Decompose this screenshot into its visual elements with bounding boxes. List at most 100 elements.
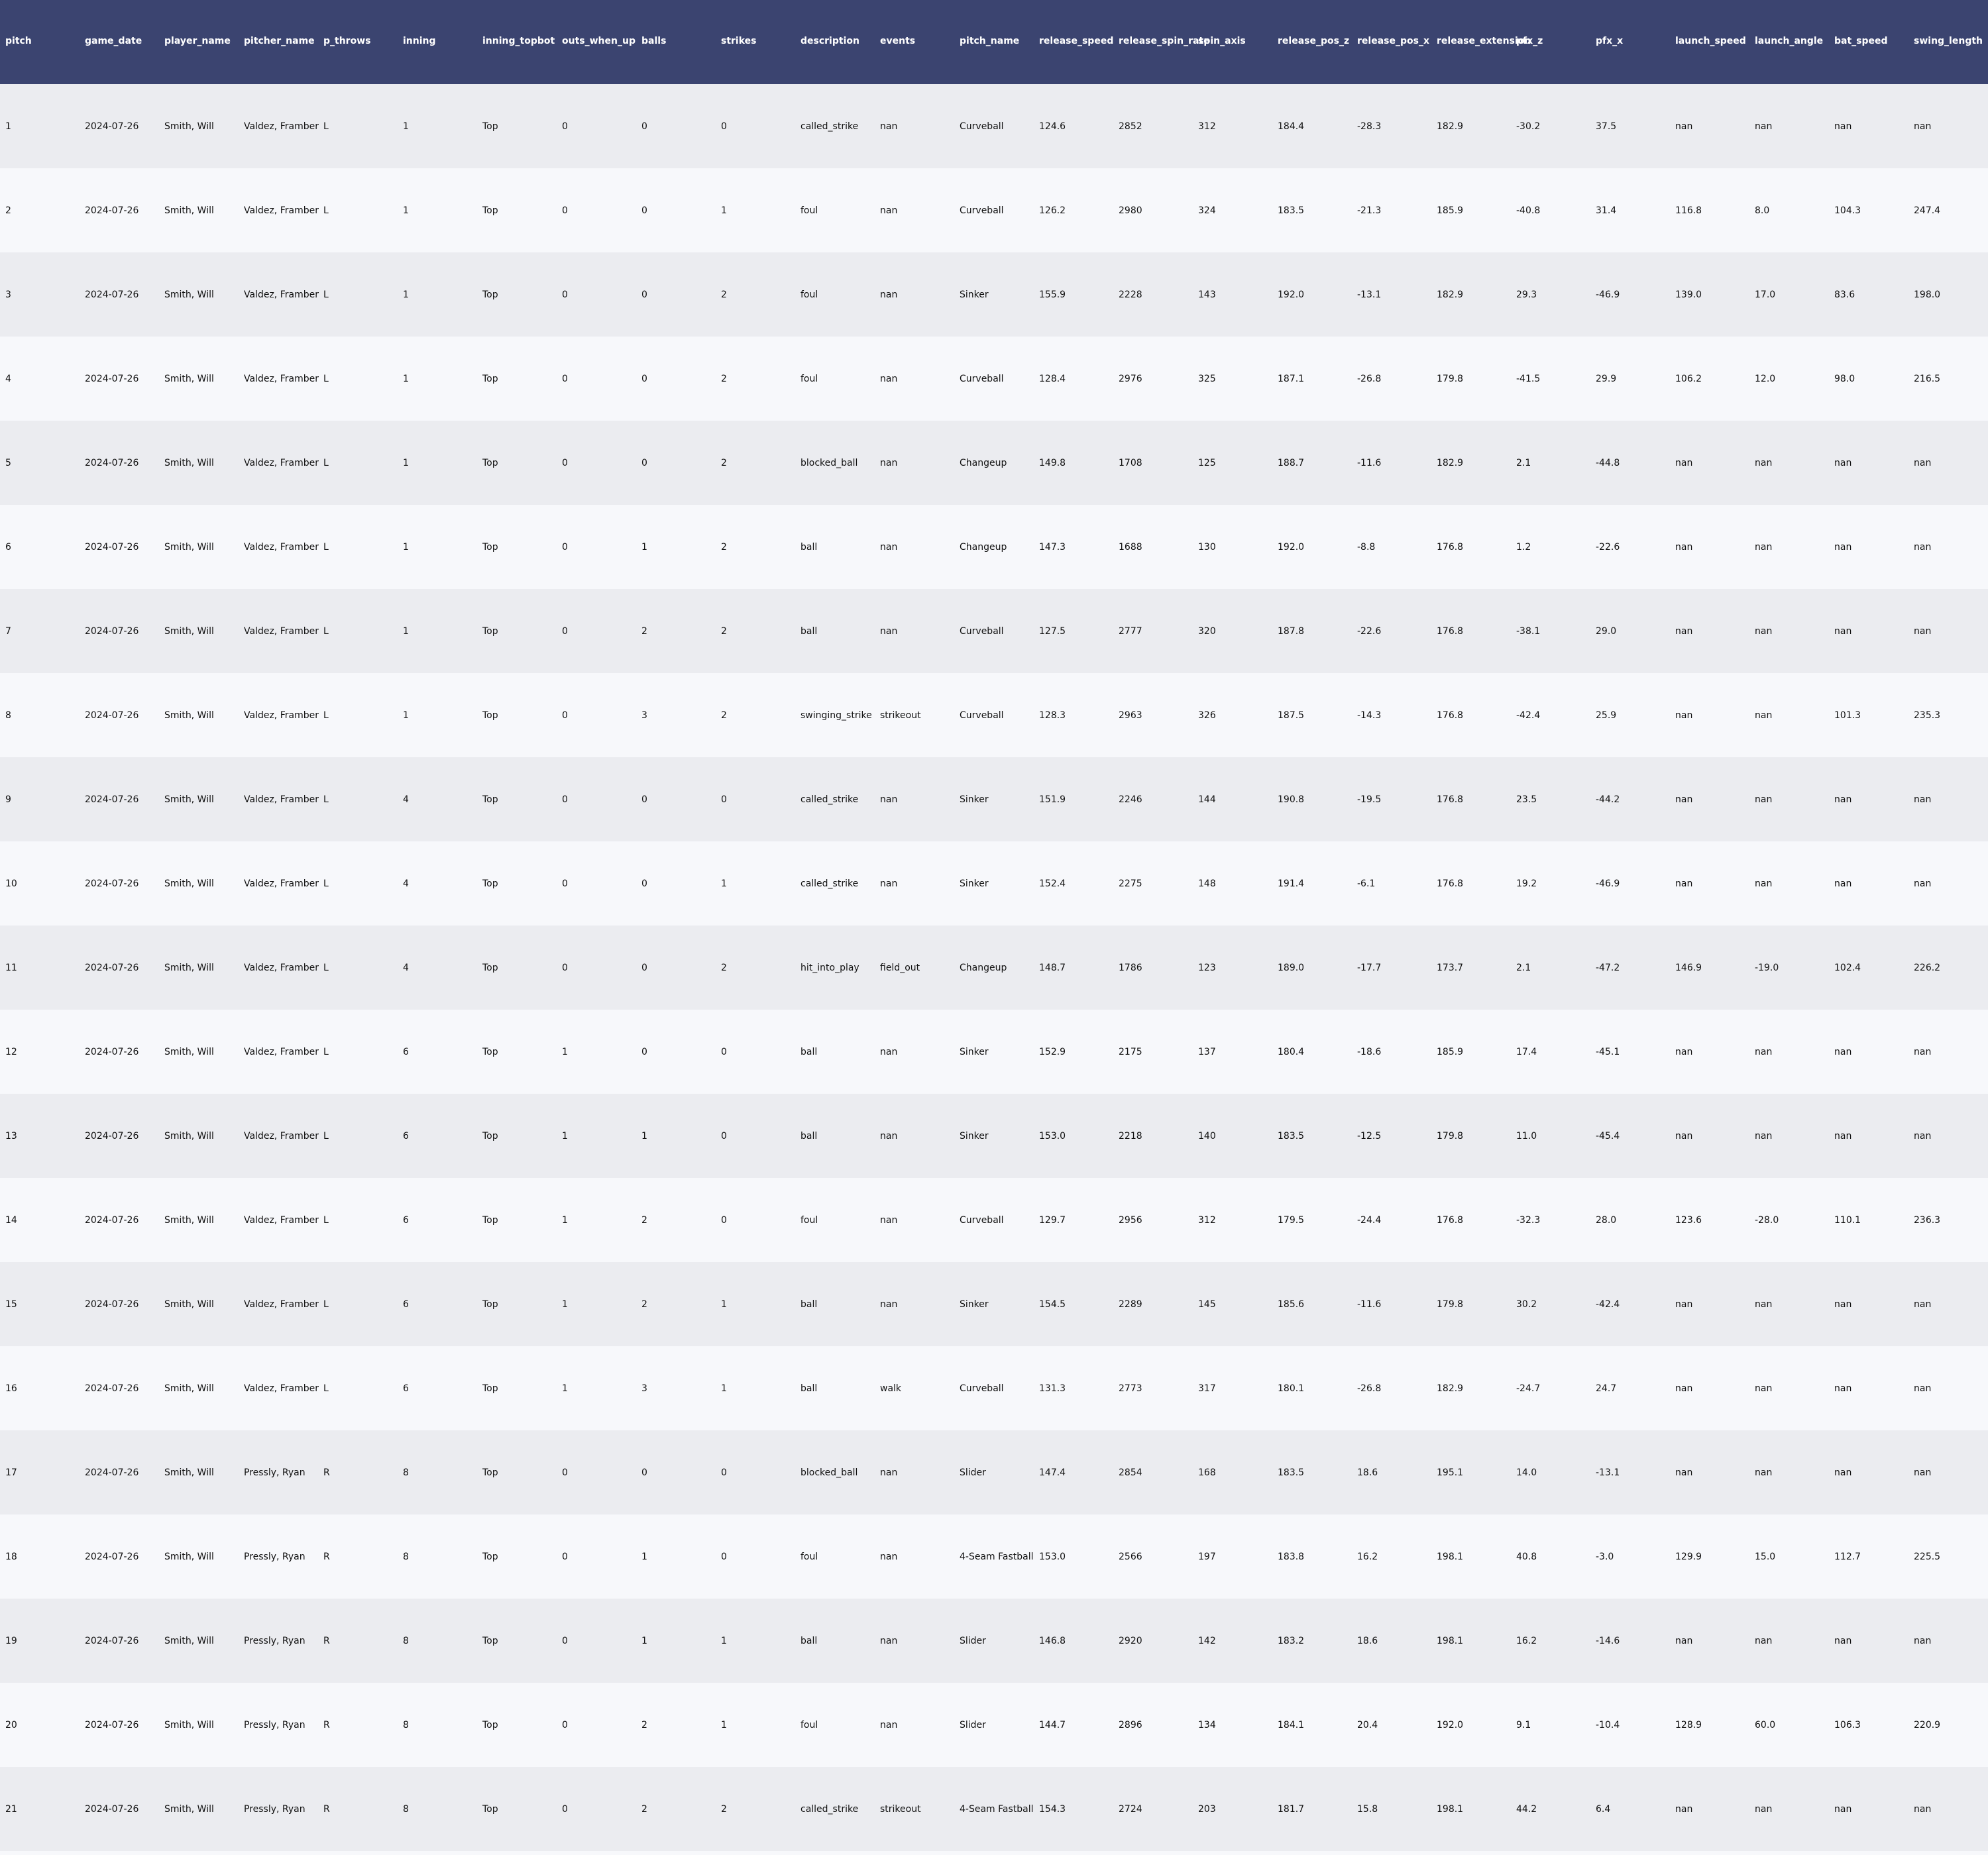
table-cell: 198.1 — [1437, 1551, 1464, 1562]
table-cell: Smith, Will — [164, 1803, 214, 1815]
table-cell: nan — [1914, 541, 1932, 553]
table-cell: called_strike — [801, 794, 859, 805]
table-cell: 312 — [1198, 121, 1216, 132]
table-cell: R — [323, 1551, 330, 1562]
column-header[interactable]: launch_angle — [1749, 0, 1829, 84]
column-header[interactable]: outs_when_up — [557, 0, 636, 84]
column-header[interactable]: spin_axis — [1193, 0, 1272, 84]
table-cell: 2024-07-26 — [85, 710, 139, 721]
table-cell: 18.6 — [1357, 1467, 1378, 1478]
column-header[interactable]: game_date — [80, 0, 159, 84]
table-cell: Smith, Will — [164, 710, 214, 721]
table-cell: nan — [1755, 1046, 1773, 1057]
table-cell: 0 — [562, 289, 568, 300]
table-cell: Smith, Will — [164, 1298, 214, 1310]
table-cell: -26.8 — [1357, 1383, 1382, 1394]
column-header[interactable]: p_throws — [318, 0, 398, 84]
table-cell: Valdez, Framber — [244, 962, 319, 973]
table-cell: nan — [1675, 1130, 1693, 1141]
table-cell: nan — [1914, 1467, 1932, 1478]
column-header[interactable]: release_extension — [1431, 0, 1531, 84]
table-cell: 0 — [562, 1719, 568, 1730]
table-cell: 183.5 — [1278, 1467, 1305, 1478]
table-cell: Valdez, Framber — [244, 1130, 319, 1141]
column-header[interactable]: balls — [636, 0, 716, 84]
table-cell: nan — [880, 625, 898, 637]
table-cell: nan — [1914, 1130, 1932, 1141]
table-cell: 5 — [5, 457, 11, 468]
table-cell: 225.5 — [1914, 1551, 1941, 1562]
column-header[interactable]: release_pos_z — [1272, 0, 1352, 84]
table-cell: 155.9 — [1039, 289, 1066, 300]
table-cell: 192.0 — [1278, 289, 1305, 300]
table-cell: 0 — [562, 962, 568, 973]
table-cell: Smith, Will — [164, 373, 214, 384]
table-cell: Top — [482, 457, 498, 468]
table-cell: 2024-07-26 — [85, 289, 139, 300]
table-cell: -46.9 — [1596, 878, 1620, 889]
table-cell: nan — [1675, 710, 1693, 721]
column-header[interactable]: pfx_x — [1590, 0, 1670, 84]
table-cell: 0 — [562, 1635, 568, 1646]
table-cell: L — [323, 878, 329, 889]
table-cell: 60.0 — [1755, 1719, 1776, 1730]
table-cell: -45.4 — [1596, 1130, 1620, 1141]
table-cell: 325 — [1198, 373, 1216, 384]
table-cell: 1 — [721, 1383, 727, 1394]
table-cell: -24.4 — [1357, 1214, 1382, 1226]
table-cell: called_strike — [801, 1803, 859, 1815]
table-cell: 1 — [562, 1130, 568, 1141]
table-cell: L — [323, 962, 329, 973]
table-cell: nan — [1834, 1130, 1852, 1141]
table-cell: 176.8 — [1437, 541, 1464, 553]
column-header[interactable]: pitcher_name — [239, 0, 318, 84]
table-cell: Top — [482, 1046, 498, 1057]
column-header[interactable]: description — [795, 0, 875, 84]
table-cell: -28.3 — [1357, 121, 1382, 132]
table-cell: Valdez, Framber — [244, 1046, 319, 1057]
column-header[interactable]: inning_topbot — [477, 0, 557, 84]
table-cell: ball — [801, 625, 818, 637]
table-cell: 1 — [721, 878, 727, 889]
table-cell: nan — [880, 1214, 898, 1226]
table-cell: 148.7 — [1039, 962, 1066, 973]
table-cell: 0 — [721, 1467, 727, 1478]
table-cell: nan — [1755, 1635, 1773, 1646]
table-cell: 2289 — [1119, 1298, 1142, 1310]
table-cell: L — [323, 1383, 329, 1394]
table-cell: 1 — [721, 205, 727, 216]
table-cell: 2 — [721, 289, 727, 300]
column-header[interactable]: inning — [398, 0, 477, 84]
column-header[interactable]: pitch_name — [954, 0, 1034, 84]
column-header[interactable]: bat_speed — [1829, 0, 1908, 84]
table-cell: nan — [1914, 625, 1932, 637]
column-header[interactable]: release_spin_rate — [1113, 0, 1210, 84]
column-header[interactable]: launch_speed — [1670, 0, 1749, 84]
table-cell: Smith, Will — [164, 1467, 214, 1478]
table-cell: nan — [1675, 1467, 1693, 1478]
table-cell: Top — [482, 794, 498, 805]
table-cell: 2724 — [1119, 1803, 1142, 1815]
table-cell: 0 — [562, 541, 568, 553]
column-header[interactable]: player_name — [159, 0, 239, 84]
table-cell: 1708 — [1119, 457, 1142, 468]
column-header[interactable]: release_speed — [1034, 0, 1113, 84]
table-cell: L — [323, 373, 329, 384]
column-header[interactable]: swing_length — [1908, 0, 1988, 84]
table-cell: 187.5 — [1278, 710, 1305, 721]
table-cell: 2980 — [1119, 205, 1142, 216]
table-cell: Smith, Will — [164, 205, 214, 216]
table-cell: 324 — [1198, 205, 1216, 216]
table-cell: Valdez, Framber — [244, 1383, 319, 1394]
column-header[interactable]: pitch — [0, 0, 80, 84]
table-cell: 187.1 — [1278, 373, 1305, 384]
column-header[interactable]: pfx_z — [1511, 0, 1590, 84]
column-header[interactable]: release_pos_x — [1352, 0, 1431, 84]
column-header[interactable]: events — [875, 0, 954, 84]
column-header[interactable]: strikes — [716, 0, 795, 84]
table-row: 20 2024-07-26 Smith, Will Pressly, Ryan R 8 To… — [0, 1683, 1988, 1767]
table-cell: 183.8 — [1278, 1551, 1305, 1562]
table-cell: 137 — [1198, 1046, 1216, 1057]
table-cell: L — [323, 541, 329, 553]
table-cell: L — [323, 1298, 329, 1310]
